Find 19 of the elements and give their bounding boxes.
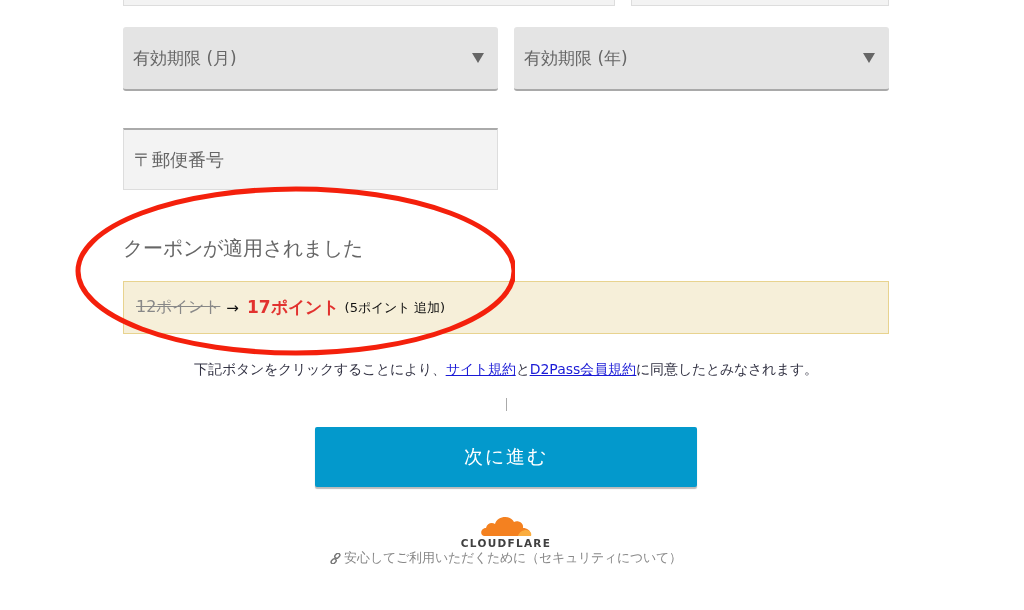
site-terms-link[interactable]: サイト規約 <box>445 361 516 377</box>
coupon-heading: クーポンが適用されました <box>123 235 364 261</box>
member-terms-link[interactable]: D2Pass会員規約 <box>529 361 637 377</box>
next-button[interactable]: 次に進む <box>315 427 697 487</box>
text-cursor <box>505 398 507 411</box>
postal-code-field[interactable]: 〒郵便番号 <box>123 128 498 190</box>
terms-sentence: 下記ボタンをクリックすることにより、サイト規約 と D2Pass会員規約に同意したとみなされます。 <box>193 361 819 379</box>
old-points: 12ポイント <box>136 297 221 318</box>
dropdown[interactable]: 有効期限 (月) <box>123 27 498 91</box>
bonus-points: (5ポイント 追加) <box>344 298 446 317</box>
new-points: 17ポイント <box>246 296 339 319</box>
link-icon <box>330 553 341 564</box>
dropdown[interactable]: 有効期限 (年) <box>514 27 889 91</box>
cloud-icon <box>480 514 532 536</box>
brand-wordmark: CLOUDFLARE <box>460 537 552 549</box>
dropdown-arrow-icon <box>472 53 484 63</box>
security-link[interactable]: 安心してご利用いただくために（セキュリティについて） <box>344 550 682 567</box>
arrow-text: → <box>226 298 239 317</box>
dropdown-arrow-icon <box>863 53 875 63</box>
